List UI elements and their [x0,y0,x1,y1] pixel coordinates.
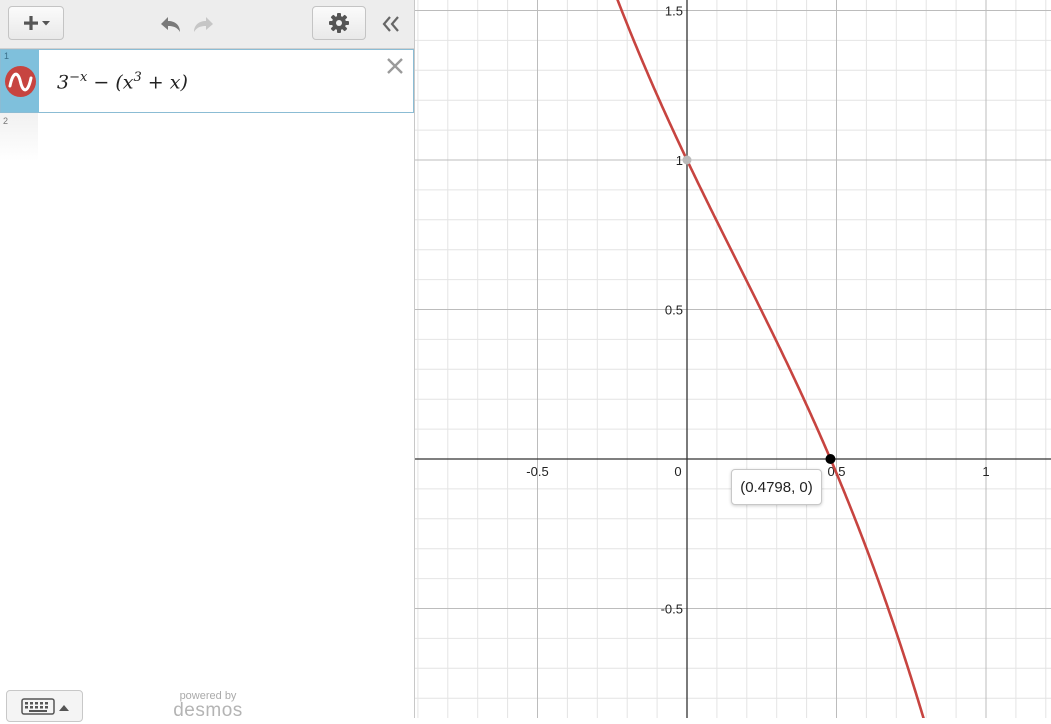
y-tick-label: -0.5 [661,602,683,617]
expression-gutter: 1 [1,50,39,112]
redo-button[interactable] [190,12,218,38]
y-tick-label: 1 [676,153,683,168]
powered-by-desmos: powered by desmos [168,690,248,720]
expression-gutter: 2 [0,113,38,161]
y-tick-label: 0.5 [665,303,683,318]
point-coordinate-label[interactable]: (0.4798, 0) [731,469,822,505]
graph-color-toggle[interactable] [5,66,36,97]
wrench-gear-icon [329,13,349,33]
undo-button[interactable] [156,12,184,38]
expression-cube-exponent: 3 [133,70,142,85]
expression-list: 1 3−x − (x3 + x) 2 [0,49,414,161]
expression-tail: + x) [141,71,188,94]
graph-paper[interactable]: -0.5 0 0.5 11.510.5-0.5 [415,0,1051,718]
desmos-logo: desmos [173,700,243,721]
x-intercept-point [825,454,836,464]
x-tick-label: 1 [982,464,989,479]
delete-expression-button[interactable] [385,56,405,76]
y-intercept-point [682,155,692,165]
expression-rest: − (x [93,71,134,94]
keyboard-icon [21,698,69,715]
add-item-button[interactable] [8,6,64,40]
collapse-sidebar-button[interactable] [376,10,406,38]
expression-row-1[interactable]: 1 3−x − (x3 + x) [0,49,414,113]
double-chevron-left-icon [382,16,399,32]
expression-index: 1 [4,51,10,61]
y-tick-label: 1.5 [665,4,683,19]
close-icon [387,58,403,74]
redo-arrow-icon [194,17,213,32]
undo-arrow-icon [161,17,180,32]
toolbar [0,0,414,49]
x-tick-label: -0.5 [526,464,548,479]
expression-math[interactable]: 3−x − (x3 + x) [57,70,188,93]
expression-index: 2 [3,116,9,126]
settings-button[interactable] [312,6,366,40]
caret-up-icon [59,705,69,711]
expression-row-2[interactable]: 2 [0,113,414,161]
expression-exponent: −x [69,70,88,85]
x-tick-label: 0 [674,464,681,479]
expression-sidebar: 1 3−x − (x3 + x) 2 powered by desmos [0,0,415,722]
sine-wave-icon [8,72,33,91]
keyboard-toggle-button[interactable] [6,690,83,722]
expression-base: 3 [57,71,70,94]
plus-icon [24,16,50,30]
